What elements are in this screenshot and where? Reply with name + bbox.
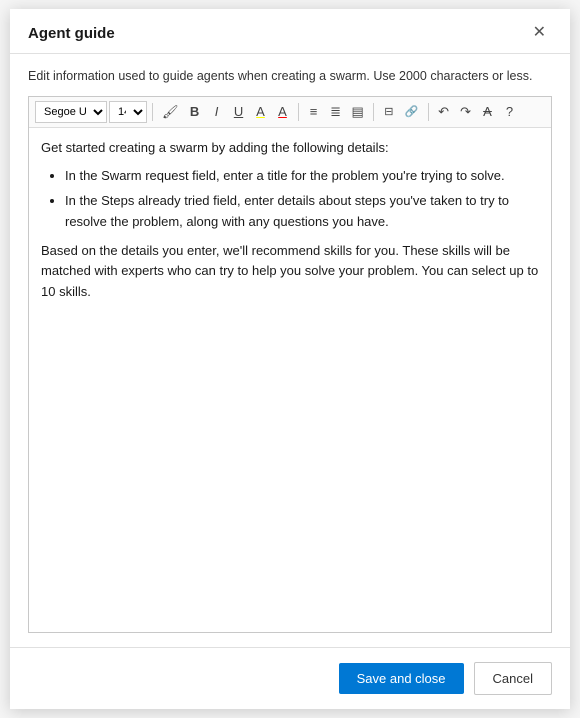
font-color-icon: A <box>278 104 287 119</box>
format-paint-button[interactable]: 🖌 <box>158 101 183 123</box>
editor-toolbar: Segoe UI Arial Times New Roman 8 10 12 1… <box>29 97 551 128</box>
link-button[interactable]: ⊟ <box>379 101 399 123</box>
bullet-item-2: In the Steps already tried field, enter … <box>65 191 539 233</box>
insert-link-button[interactable]: 🔗 <box>401 101 423 123</box>
cancel-button[interactable]: Cancel <box>474 662 552 695</box>
editor-closing-text: Based on the details you enter, we'll re… <box>41 241 539 303</box>
highlight-icon: A <box>256 104 265 119</box>
editor-container: Segoe UI Arial Times New Roman 8 10 12 1… <box>28 96 552 634</box>
dialog-header: Agent guide ✕ <box>10 9 570 54</box>
link-icon: ⊟ <box>384 105 393 118</box>
dialog-footer: Save and close Cancel <box>10 647 570 709</box>
italic-button[interactable]: I <box>207 101 227 123</box>
chain-icon: 🔗 <box>405 105 419 118</box>
dialog-body: Edit information used to guide agents wh… <box>10 54 570 647</box>
toolbar-separator-3 <box>373 103 374 121</box>
undo-icon: ↶ <box>438 104 449 120</box>
format-paint-icon: 🖌 <box>162 104 179 120</box>
font-family-select[interactable]: Segoe UI Arial Times New Roman <box>35 101 107 123</box>
numbering-button[interactable]: ≣ <box>326 101 346 123</box>
numbering-icon: ≣ <box>330 104 341 120</box>
help-button[interactable]: ? <box>500 101 520 123</box>
bold-button[interactable]: B <box>185 101 205 123</box>
editor-content-area[interactable]: Get started creating a swarm by adding t… <box>29 128 551 633</box>
font-size-select[interactable]: 8 10 12 14 16 18 <box>109 101 147 123</box>
bullets-icon: ≡ <box>310 104 318 119</box>
toolbar-separator-2 <box>298 103 299 121</box>
editor-bullet-list: In the Swarm request field, enter a titl… <box>65 166 539 232</box>
strikethrough-button[interactable]: A <box>478 101 498 123</box>
underline-icon: U <box>234 104 243 119</box>
align-icon: ▤ <box>352 104 364 120</box>
bold-icon: B <box>190 104 199 119</box>
dialog-title: Agent guide <box>28 25 115 42</box>
align-button[interactable]: ▤ <box>348 101 368 123</box>
italic-icon: I <box>215 104 219 119</box>
undo-button[interactable]: ↶ <box>434 101 454 123</box>
bullets-button[interactable]: ≡ <box>304 101 324 123</box>
help-icon: ? <box>506 104 513 119</box>
highlight-button[interactable]: A <box>251 101 271 123</box>
strikethrough-icon: A <box>483 104 492 119</box>
save-close-button[interactable]: Save and close <box>339 663 464 694</box>
bullet-item-1: In the Swarm request field, enter a titl… <box>65 166 539 187</box>
toolbar-separator-4 <box>428 103 429 121</box>
close-button[interactable]: ✕ <box>527 23 552 43</box>
redo-button[interactable]: ↷ <box>456 101 476 123</box>
toolbar-separator-1 <box>152 103 153 121</box>
redo-icon: ↷ <box>460 104 471 120</box>
description-text: Edit information used to guide agents wh… <box>28 68 552 86</box>
font-color-button[interactable]: A <box>273 101 293 123</box>
underline-button[interactable]: U <box>229 101 249 123</box>
editor-intro-text: Get started creating a swarm by adding t… <box>41 138 539 159</box>
agent-guide-dialog: Agent guide ✕ Edit information used to g… <box>10 9 570 709</box>
